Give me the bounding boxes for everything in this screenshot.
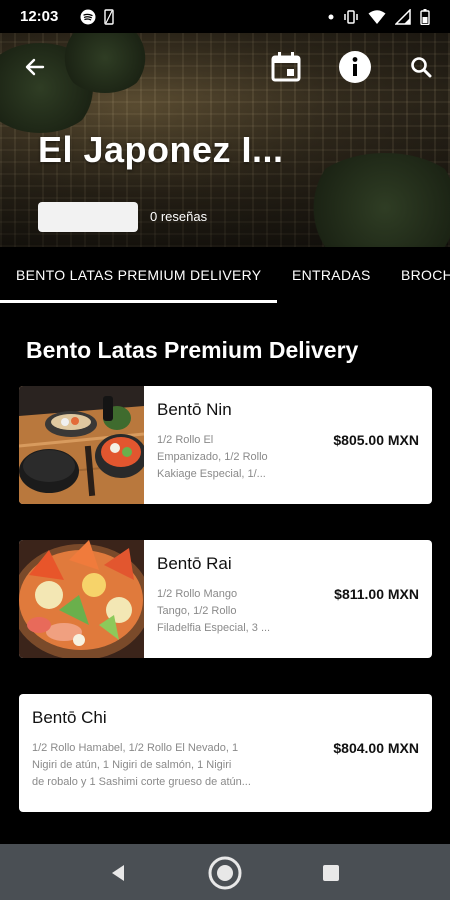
menu-item-card[interactable]: Bentō Chi 1/2 Rollo Hamabel, 1/2 Rollo E… bbox=[19, 694, 432, 812]
back-button[interactable] bbox=[17, 49, 53, 85]
restaurant-title: El Japonez I... bbox=[38, 129, 284, 170]
menu-item-description: 1/2 Rollo Mango Tango, 1/2 Rollo Filadel… bbox=[157, 586, 270, 637]
home-circle-icon bbox=[208, 856, 242, 890]
menu-item-description-line: de robalo y 1 Sashimi corte grueso de at… bbox=[32, 776, 251, 788]
info-button[interactable] bbox=[337, 49, 373, 85]
menu-item-description: 1/2 Rollo Hamabel, 1/2 Rollo El Nevado, … bbox=[32, 740, 251, 791]
menu-item-description-line: Empanizado, 1/2 Rollo bbox=[157, 451, 268, 463]
category-tabs: BENTO LATAS PREMIUM DELIVERY ENTRADAS BR… bbox=[0, 247, 450, 303]
back-arrow-icon bbox=[25, 58, 45, 76]
menu-item-name: Bentō Nin bbox=[157, 400, 232, 419]
menu-item-description-line: 1/2 Rollo El bbox=[157, 434, 214, 446]
spotify-icon bbox=[80, 9, 96, 25]
recents-square-icon bbox=[323, 865, 339, 881]
info-icon bbox=[339, 51, 371, 83]
menu-item-name: Bentō Chi bbox=[32, 708, 107, 727]
menu-item-description-line: Kakiage Especial, 1/... bbox=[157, 468, 266, 480]
tab-entradas[interactable]: ENTRADAS bbox=[292, 267, 371, 283]
review-count[interactable]: 0 reseñas bbox=[150, 209, 207, 224]
system-nav-bar bbox=[0, 844, 450, 900]
menu-item-image bbox=[19, 540, 151, 658]
signal-placeholder-icon bbox=[104, 9, 114, 25]
menu-item-card[interactable]: Bentō Rai 1/2 Rollo Mango Tango, 1/2 Rol… bbox=[19, 540, 432, 658]
menu-item-description-line: Nigiri de atún, 1 Nigiri de salmón, 1 Ni… bbox=[32, 759, 232, 771]
menu-item-price: $805.00 MXN bbox=[333, 432, 419, 448]
tab-brochetas[interactable]: BROCH bbox=[401, 267, 450, 283]
battery-icon bbox=[420, 9, 430, 25]
dot-icon bbox=[328, 14, 334, 20]
menu-item-description-line: 1/2 Rollo Mango bbox=[157, 588, 238, 600]
menu-item-price: $804.00 MXN bbox=[333, 740, 419, 756]
status-bar: 12:03 bbox=[0, 0, 450, 33]
menu-item-card[interactable]: Bentō Nin 1/2 Rollo El Empanizado, 1/2 R… bbox=[19, 386, 432, 504]
vibrate-icon bbox=[344, 10, 358, 24]
status-time: 12:03 bbox=[20, 8, 59, 25]
menu-item-name: Bentō Rai bbox=[157, 554, 232, 573]
nav-back-button[interactable] bbox=[101, 856, 135, 890]
rating-placeholder bbox=[38, 202, 138, 232]
back-triangle-icon bbox=[112, 865, 124, 881]
tab-indicator bbox=[0, 300, 277, 303]
menu-item-image bbox=[19, 386, 147, 504]
menu-item-price: $811.00 MXN bbox=[334, 586, 419, 602]
section-title: Bento Latas Premium Delivery bbox=[26, 337, 359, 363]
tab-bento-latas[interactable]: BENTO LATAS PREMIUM DELIVERY bbox=[16, 267, 261, 283]
wifi-icon bbox=[368, 10, 386, 24]
menu-item-description-line: Tango, 1/2 Rollo bbox=[157, 605, 237, 617]
signal-icon bbox=[395, 9, 411, 25]
search-icon bbox=[411, 57, 432, 78]
menu-item-description: 1/2 Rollo El Empanizado, 1/2 Rollo Kakia… bbox=[157, 432, 268, 483]
calendar-button[interactable] bbox=[268, 49, 304, 85]
restaurant-hero-image: El Japonez I... 0 reseñas bbox=[0, 33, 450, 247]
calendar-icon bbox=[271, 52, 301, 82]
nav-home-button[interactable] bbox=[208, 856, 242, 890]
menu-item-description-line: 1/2 Rollo Hamabel, 1/2 Rollo El Nevado, … bbox=[32, 742, 239, 754]
nav-recents-button[interactable] bbox=[314, 856, 348, 890]
menu-item-description-line: Filadelfia Especial, 3 ... bbox=[157, 622, 271, 634]
search-button[interactable] bbox=[403, 49, 439, 85]
